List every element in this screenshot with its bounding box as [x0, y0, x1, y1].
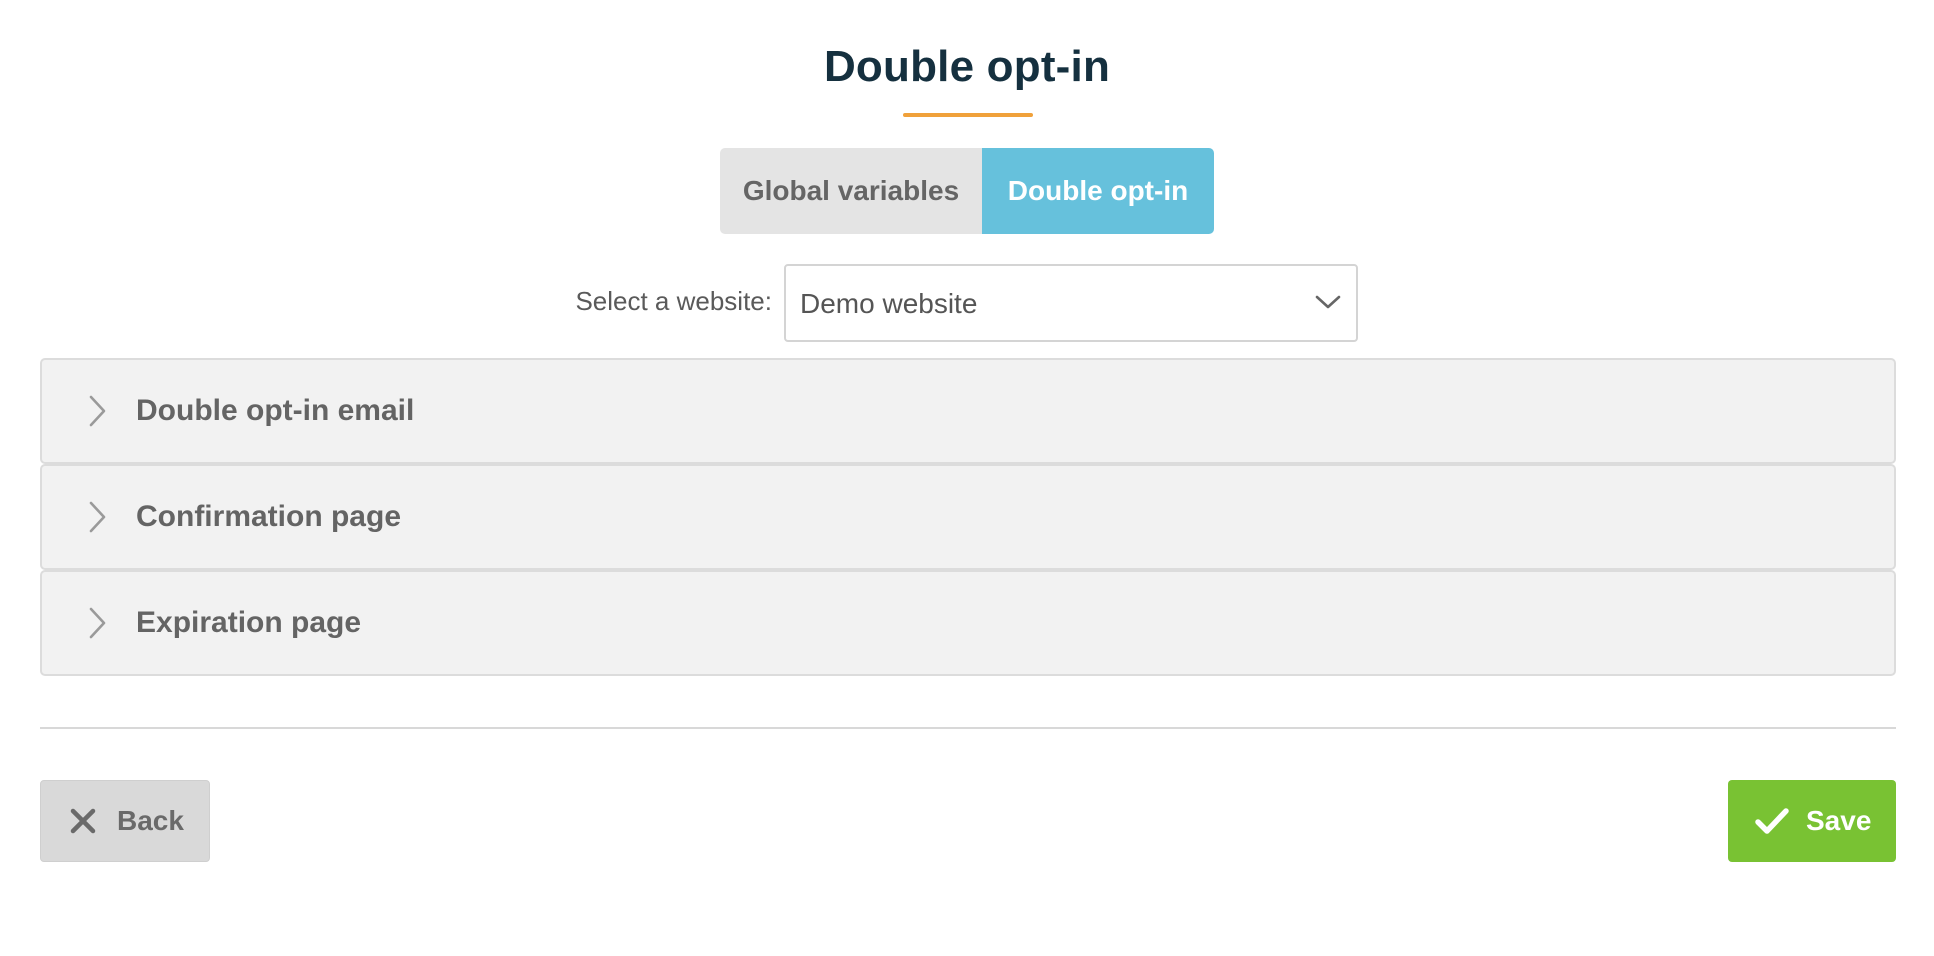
back-button[interactable]: Back: [40, 780, 210, 862]
settings-accordion: Double opt-in email Confirmation page Ex…: [40, 358, 1896, 676]
check-icon: [1755, 808, 1789, 834]
back-button-label: Back: [117, 805, 184, 836]
section-label: Expiration page: [136, 606, 362, 639]
save-button[interactable]: Save: [1728, 780, 1896, 862]
footer-divider: [40, 727, 1896, 729]
website-select-label: Select a website:: [575, 286, 772, 316]
section-expiration-page[interactable]: Expiration page: [40, 570, 1896, 676]
chevron-right-icon: [89, 501, 106, 533]
website-select-value: Demo website: [800, 288, 978, 319]
section-confirmation-page[interactable]: Confirmation page: [40, 464, 1896, 570]
website-select[interactable]: Demo website: [784, 264, 1358, 342]
save-button-label: Save: [1806, 805, 1872, 836]
double-opt-in-page: Double opt-in Global variables Double op…: [0, 0, 1934, 956]
close-icon: [70, 808, 96, 834]
title-underline: [903, 113, 1033, 117]
section-double-opt-in-email[interactable]: Double opt-in email: [40, 358, 1896, 464]
section-label: Double opt-in email: [136, 394, 415, 427]
tab-bar: Global variables Double opt-in: [720, 148, 1214, 234]
chevron-down-icon: [1315, 295, 1341, 309]
tab-global-variables[interactable]: Global variables: [720, 148, 982, 234]
section-label: Confirmation page: [136, 500, 402, 533]
chevron-right-icon: [89, 607, 106, 639]
chevron-right-icon: [89, 395, 106, 427]
page-title: Double opt-in: [823, 42, 1111, 91]
website-select-row: Select a website: Demo website: [0, 264, 1934, 342]
tab-double-opt-in[interactable]: Double opt-in: [982, 148, 1214, 234]
